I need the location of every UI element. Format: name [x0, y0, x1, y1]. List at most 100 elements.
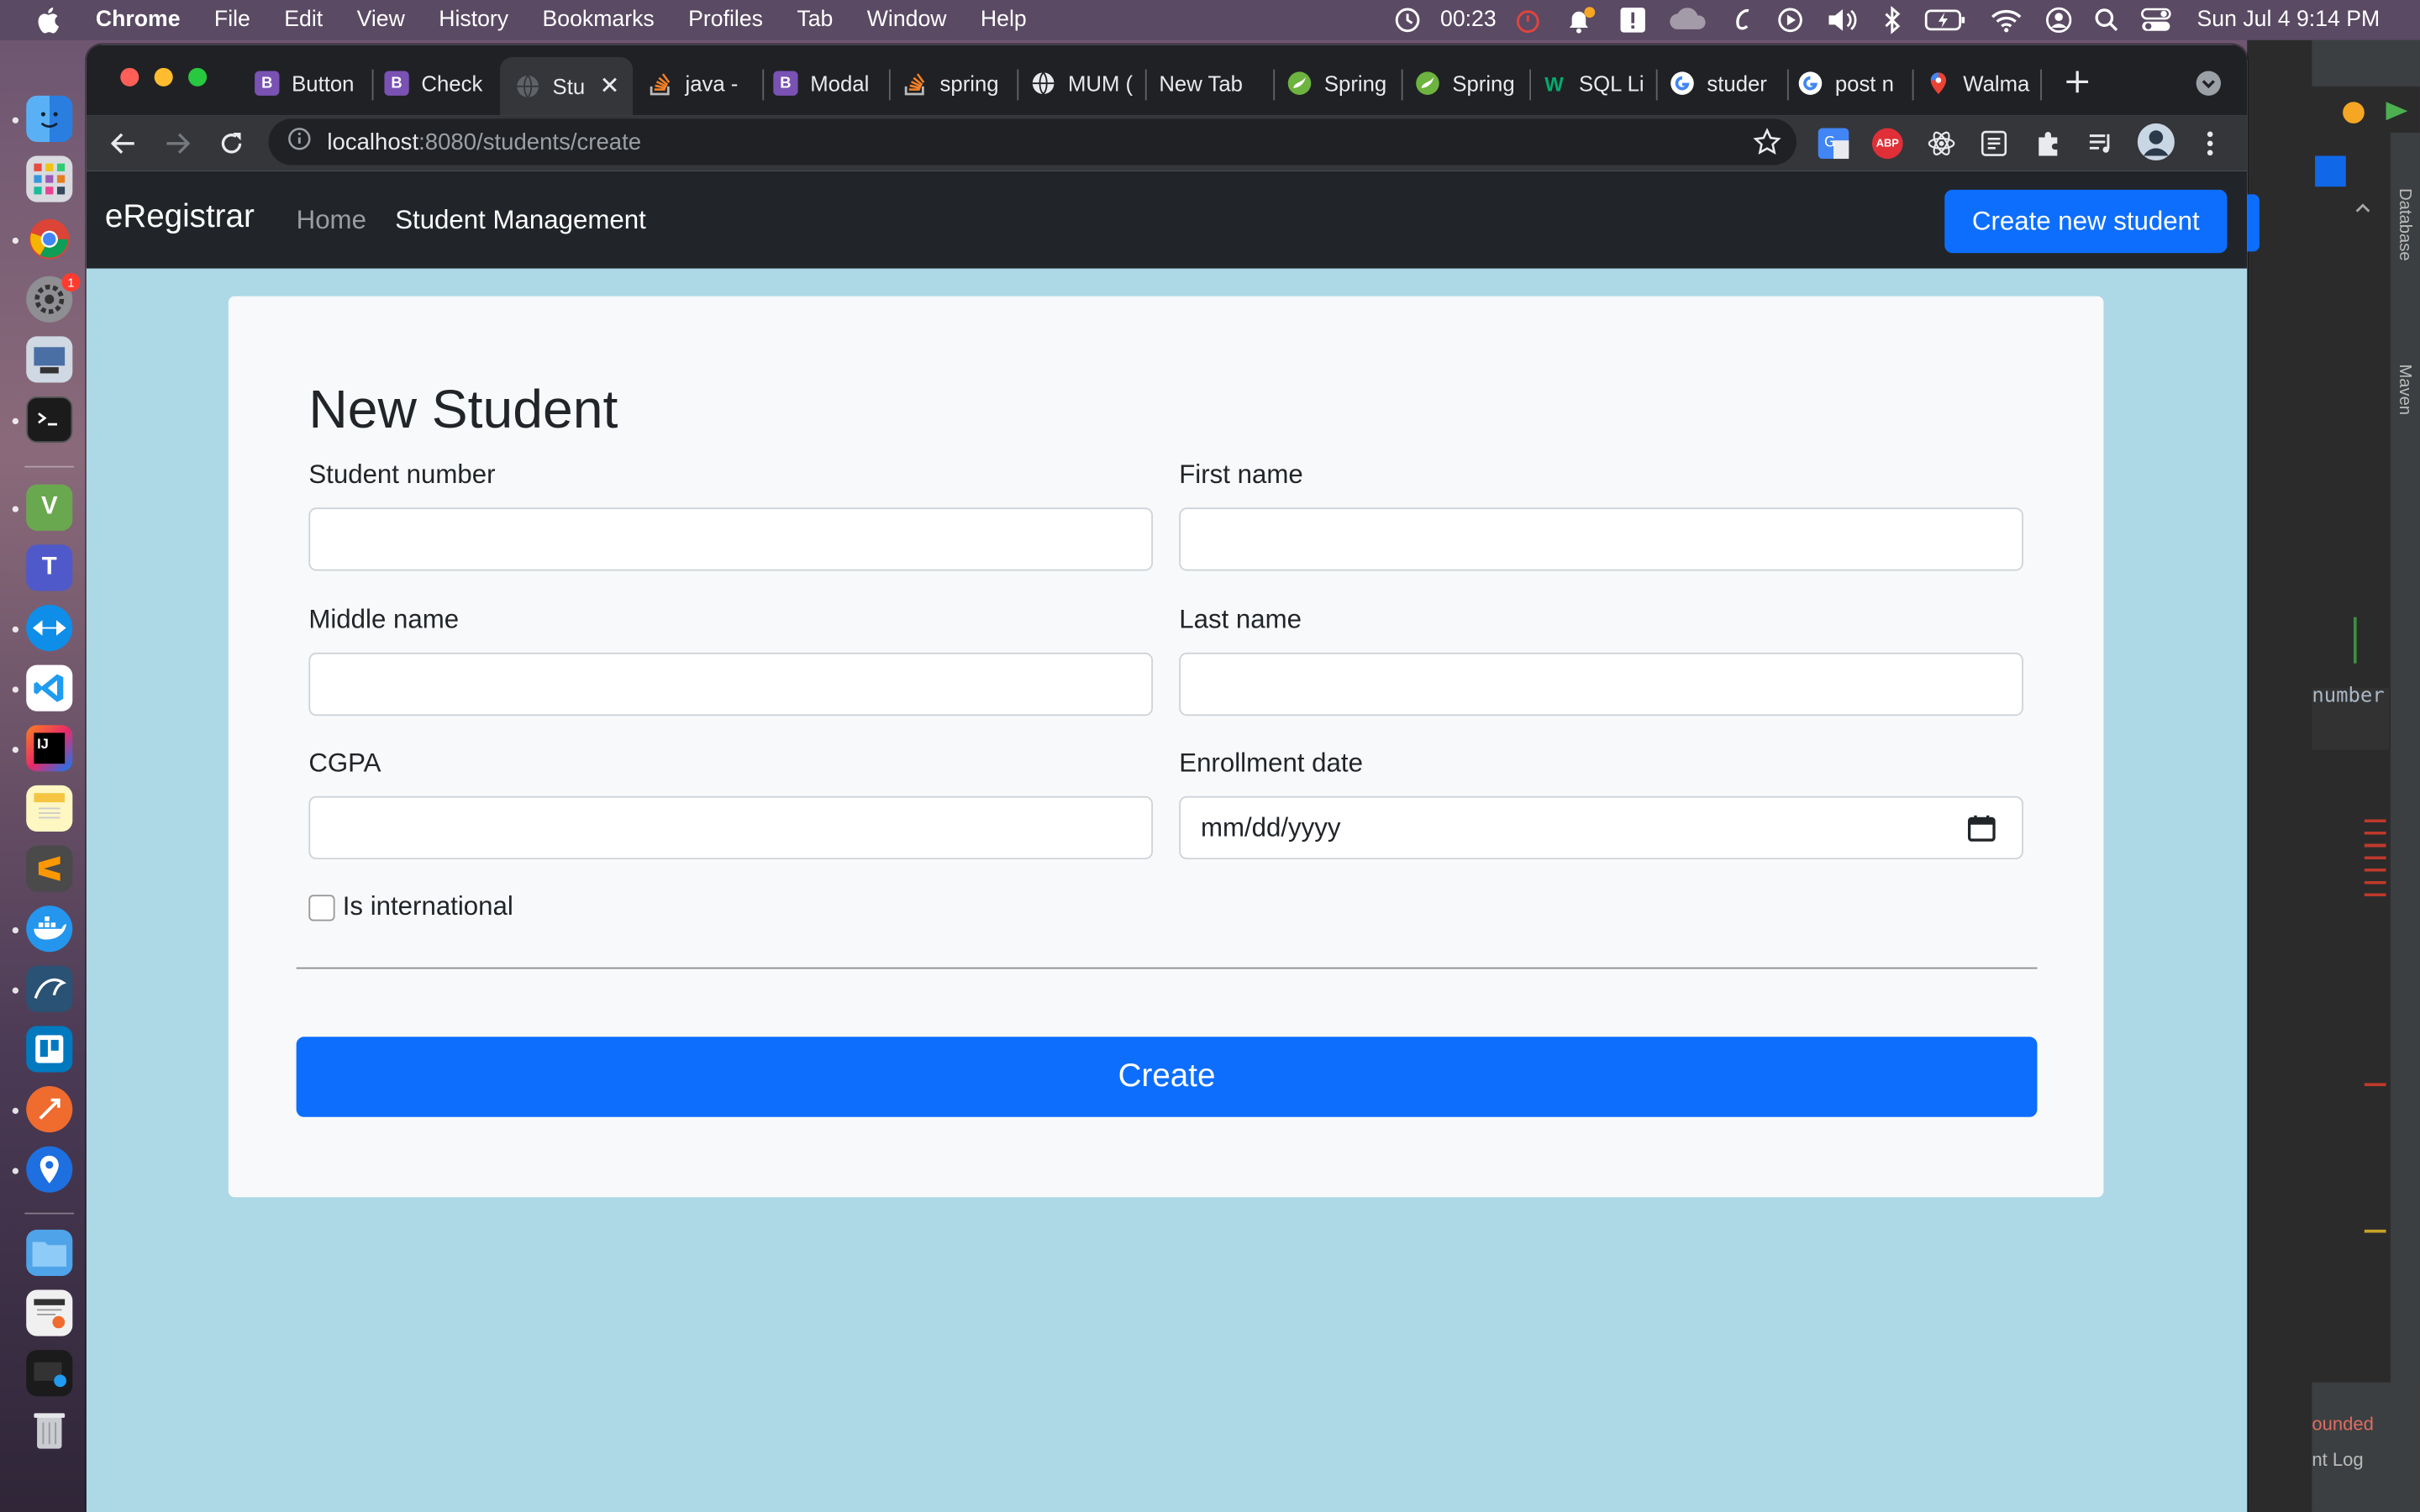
bluetooth-icon[interactable]: [1881, 0, 1902, 40]
cloud-icon[interactable]: [1668, 0, 1708, 40]
menu-file[interactable]: File: [214, 8, 250, 32]
ide-run-icon[interactable]: [2383, 99, 2411, 123]
window-thumbnail-icon[interactable]: [26, 1350, 73, 1397]
app-menu-chrome[interactable]: Chrome: [96, 8, 181, 32]
student-number-input[interactable]: [308, 507, 1154, 571]
tab-google-students[interactable]: studer: [1670, 63, 1787, 103]
time-machine-icon[interactable]: [1392, 0, 1423, 40]
intellij-icon[interactable]: IJ: [26, 725, 73, 772]
google-translate-icon[interactable]: G: [1818, 128, 1849, 160]
trash-icon[interactable]: [26, 1407, 72, 1453]
nav-link-student-management[interactable]: Student Management: [395, 205, 646, 236]
cgpa-input[interactable]: [308, 795, 1154, 860]
tab-google-post[interactable]: post n: [1798, 63, 1909, 103]
tab-spring-2[interactable]: Spring: [1415, 63, 1526, 103]
tab-sql[interactable]: W SQL Li: [1542, 63, 1653, 103]
battery-charging-icon[interactable]: [1923, 0, 1966, 40]
vim-icon[interactable]: V: [26, 484, 73, 531]
close-window-icon[interactable]: [120, 67, 139, 87]
react-devtools-icon[interactable]: [1926, 128, 1957, 159]
chrome-menu-kebab-icon[interactable]: [2195, 128, 2226, 159]
tab-mum[interactable]: MUM (: [1031, 63, 1142, 103]
tab-walmart[interactable]: Walma: [1926, 63, 2037, 103]
menu-help[interactable]: Help: [981, 8, 1027, 32]
notes-icon[interactable]: [26, 785, 73, 832]
menu-edit[interactable]: Edit: [284, 8, 323, 32]
tab-modal[interactable]: B Modal: [773, 63, 884, 103]
bookmark-star-icon[interactable]: [1753, 128, 1781, 161]
menu-history[interactable]: History: [439, 8, 508, 32]
ide-database-tab[interactable]: Database: [2396, 188, 2414, 260]
first-name-input[interactable]: [1179, 507, 2023, 571]
notification-bell-icon[interactable]: [1563, 0, 1597, 40]
reader-mode-icon[interactable]: [1979, 128, 2010, 159]
site-info-icon[interactable]: [287, 127, 312, 158]
address-bar[interactable]: localhost:8080/students/create: [268, 118, 1797, 165]
ide-maven-tab[interactable]: Maven: [2396, 364, 2414, 415]
menu-tab[interactable]: Tab: [797, 8, 833, 32]
adblock-plus-icon[interactable]: ABP: [1870, 125, 1904, 162]
tab-students-active[interactable]: Stu: [500, 56, 634, 116]
enrollment-date-input[interactable]: mm/dd/yyyy: [1179, 795, 2023, 860]
navbar-brand[interactable]: eRegistrar: [105, 199, 255, 236]
user-account-icon[interactable]: [2044, 0, 2072, 40]
create-new-student-button[interactable]: Create new student: [1944, 189, 2228, 254]
is-international-label[interactable]: Is international: [343, 892, 513, 923]
tab-spring-so[interactable]: spring: [902, 63, 1013, 103]
nav-link-home[interactable]: Home: [297, 205, 366, 236]
tab-button[interactable]: B Button: [255, 63, 366, 103]
menu-view[interactable]: View: [357, 8, 405, 32]
extensions-puzzle-icon[interactable]: [2033, 128, 2064, 159]
new-tab-plus-icon[interactable]: [2065, 70, 2090, 102]
back-arrow-icon[interactable]: [108, 128, 139, 159]
teams-icon[interactable]: T: [26, 544, 73, 591]
profile-avatar[interactable]: [2136, 122, 2176, 162]
terminal-icon[interactable]: [26, 396, 73, 444]
middle-name-input[interactable]: [308, 652, 1154, 717]
create-button[interactable]: Create: [296, 1037, 2038, 1117]
postman-icon[interactable]: [26, 1086, 73, 1133]
chrome-icon[interactable]: [26, 216, 72, 262]
ide-update-icon[interactable]: [2343, 102, 2365, 123]
last-name-input[interactable]: [1179, 652, 2023, 717]
pin-app-icon[interactable]: [26, 1146, 73, 1193]
tab-java[interactable]: java -: [648, 63, 759, 103]
screenshot-app-icon[interactable]: [26, 336, 73, 383]
timer-readout[interactable]: 00:23: [1440, 8, 1497, 32]
menu-bar-clock[interactable]: Sun Jul 4 9:14 PM: [2197, 8, 2381, 32]
minimize-window-icon[interactable]: [154, 67, 173, 87]
wifi-icon[interactable]: [1989, 0, 2023, 40]
yubikey-icon[interactable]: [1618, 0, 1646, 40]
vscode-icon[interactable]: [26, 664, 73, 711]
sublime-text-icon[interactable]: [26, 845, 73, 892]
finder-icon[interactable]: [26, 95, 73, 142]
ide-event-log-label[interactable]: nt Log: [2312, 1449, 2363, 1471]
volume-icon[interactable]: [1825, 0, 1859, 40]
trello-icon[interactable]: [26, 1026, 73, 1073]
tab-spring-1[interactable]: Spring: [1287, 63, 1398, 103]
menu-window[interactable]: Window: [867, 8, 947, 32]
play-circle-icon[interactable]: [1776, 0, 1803, 40]
is-international-checkbox[interactable]: [308, 895, 335, 921]
forward-arrow-icon[interactable]: [162, 128, 193, 159]
launchpad-icon[interactable]: [26, 155, 73, 202]
menu-profiles[interactable]: Profiles: [688, 8, 763, 32]
tab-search-icon[interactable]: [2195, 70, 2223, 105]
stopwatch-icon[interactable]: [1513, 0, 1541, 40]
document-thumbnail-icon[interactable]: [26, 1289, 73, 1336]
mysql-workbench-icon[interactable]: [26, 965, 73, 1012]
calendar-icon[interactable]: [1966, 813, 1997, 844]
zoom-window-icon[interactable]: [188, 67, 208, 87]
downloads-folder-icon[interactable]: [26, 1229, 73, 1276]
docker-icon[interactable]: [26, 906, 73, 953]
close-tab-icon[interactable]: [601, 74, 619, 98]
reload-icon[interactable]: [216, 128, 247, 159]
script-e-icon[interactable]: [1729, 0, 1754, 40]
apple-icon[interactable]: [34, 0, 65, 40]
spotlight-search-icon[interactable]: [2093, 0, 2118, 40]
control-center-icon[interactable]: [2140, 0, 2171, 40]
media-queue-icon[interactable]: [2085, 128, 2116, 159]
ide-chevron-up-icon[interactable]: [2355, 194, 2370, 222]
teamviewer-icon[interactable]: [26, 604, 73, 652]
tab-new-tab[interactable]: New Tab: [1159, 63, 1270, 103]
